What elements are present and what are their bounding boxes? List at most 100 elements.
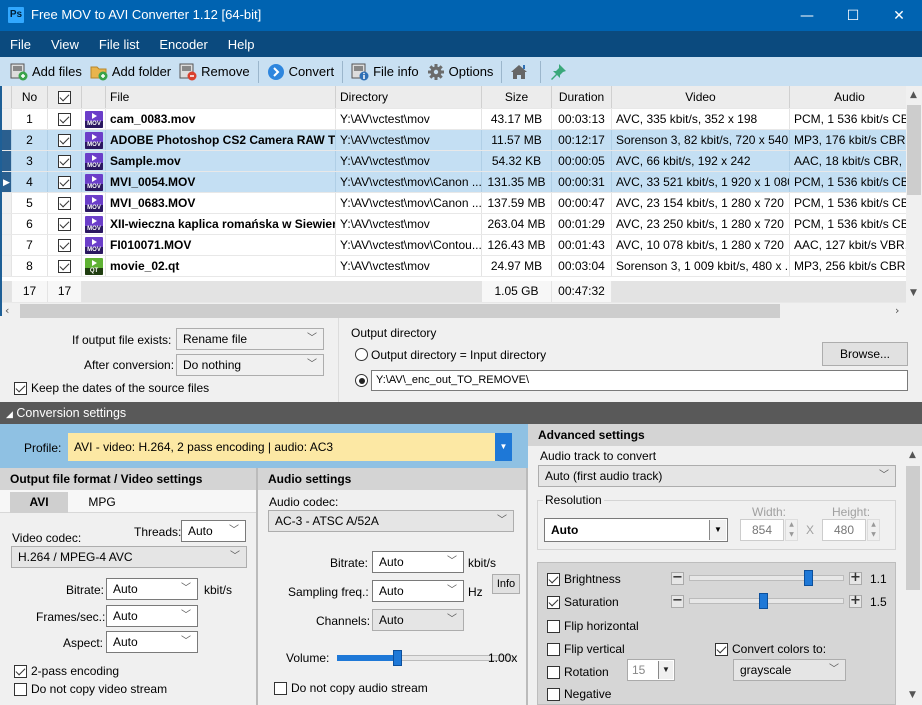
negative-option[interactable]: Negative (547, 687, 611, 701)
column-no[interactable]: No (12, 86, 48, 108)
scroll-left-icon[interactable]: ‹ (5, 304, 9, 317)
row-checkbox[interactable] (58, 197, 71, 211)
saturation-slider[interactable] (689, 593, 844, 609)
negative-checkbox[interactable] (547, 687, 560, 701)
saturation-checkbox[interactable] (547, 595, 560, 609)
no-copy-video-checkbox[interactable] (14, 682, 27, 696)
scroll-right-icon[interactable]: › (895, 304, 899, 317)
saturation-option[interactable]: Saturation (547, 595, 619, 609)
row-checkbox-cell[interactable] (48, 235, 82, 255)
scrollbar-thumb[interactable] (907, 105, 921, 195)
grid-vertical-scrollbar[interactable]: ▲ ▼ (906, 86, 922, 303)
brightness-thumb[interactable] (804, 570, 814, 586)
row-checkbox-cell[interactable] (48, 130, 82, 150)
video-bitrate-select[interactable]: Auto ﹀ (106, 578, 198, 600)
width-spinner[interactable]: ▲ ▼ (785, 519, 798, 541)
video-codec-select[interactable]: H.264 / MPEG-4 AVC ﹀ (11, 546, 247, 568)
fps-select[interactable]: Auto ﹀ (106, 605, 198, 627)
audio-codec-select[interactable]: AC-3 - ATSC A/52A ﹀ (268, 510, 514, 532)
two-pass-option[interactable]: 2-pass encoding (14, 664, 119, 678)
grid-horizontal-scrollbar[interactable]: ‹ › (2, 303, 922, 319)
flip-vertical-option[interactable]: Flip vertical (547, 642, 625, 656)
row-checkbox[interactable] (58, 239, 71, 253)
volume-slider[interactable] (337, 650, 513, 666)
rotation-checkbox[interactable] (547, 665, 560, 679)
resolution-select[interactable]: Auto ▼ (544, 518, 728, 542)
file-info-button[interactable]: File info (347, 60, 423, 84)
row-indicator[interactable] (2, 214, 12, 234)
column-directory[interactable]: Directory (336, 86, 482, 108)
scroll-down-icon[interactable]: ▼ (909, 690, 916, 700)
convert-colors-option[interactable]: Convert colors to: (715, 642, 826, 656)
row-indicator[interactable] (2, 193, 12, 213)
after-conversion-select[interactable]: Do nothing ﹀ (176, 354, 324, 376)
row-checkbox-cell[interactable] (48, 172, 82, 192)
info-button[interactable]: Info (492, 574, 520, 594)
height-input[interactable]: 480 (822, 519, 866, 541)
menu-help[interactable]: Help (218, 37, 265, 52)
row-checkbox-cell[interactable] (48, 109, 82, 129)
convert-button[interactable]: Convert (263, 60, 339, 84)
resolution-dropdown-icon[interactable]: ▼ (709, 520, 726, 540)
column-video[interactable]: Video (612, 86, 790, 108)
scrollbar-thumb[interactable] (20, 304, 780, 318)
table-row[interactable]: 1 MOV cam_0083.mov Y:\AV\vctest\mov 43.17 MB… (2, 109, 910, 130)
table-row[interactable]: 2 MOV ADOBE Photoshop CS2 Camera RAW Tut..… (2, 130, 910, 151)
width-input[interactable]: 854 (740, 519, 784, 541)
home-button[interactable] (506, 60, 536, 84)
add-files-button[interactable]: Add files (6, 60, 86, 84)
table-row[interactable]: ▶ 4 MOV MVI_0054.MOV Y:\AV\vctest\mov\Canon … (2, 172, 910, 193)
custom-dir-radio[interactable] (355, 374, 368, 387)
column-file[interactable]: File (106, 86, 336, 108)
advanced-vertical-scrollbar[interactable]: ▲ ▼ (904, 446, 922, 705)
brightness-plus-button[interactable]: + (849, 571, 862, 585)
same-dir-radio[interactable] (355, 348, 368, 361)
row-checkbox[interactable] (58, 113, 71, 127)
row-indicator[interactable]: ▶ (2, 172, 12, 192)
audio-bitrate-select[interactable]: Auto ﹀ (372, 551, 464, 573)
scroll-down-icon[interactable]: ▼ (910, 288, 917, 298)
row-indicator[interactable] (2, 109, 12, 129)
table-row[interactable]: 7 MOV FI010071.MOV Y:\AV\vctest\mov\Contou.… (2, 235, 910, 256)
scroll-up-icon[interactable]: ▲ (910, 90, 917, 100)
minimize-button[interactable]: — (784, 0, 830, 31)
menu-file[interactable]: File (0, 37, 41, 52)
pin-button[interactable] (545, 60, 575, 84)
two-pass-checkbox[interactable] (14, 664, 27, 678)
scrollbar-thumb[interactable] (906, 466, 920, 590)
height-spinner[interactable]: ▲ ▼ (867, 519, 880, 541)
row-indicator[interactable] (2, 235, 12, 255)
menu-file-list[interactable]: File list (89, 37, 149, 52)
sampling-freq-select[interactable]: Auto ﹀ (372, 580, 464, 602)
row-checkbox[interactable] (58, 176, 71, 190)
rotation-dropdown-icon[interactable]: ▼ (658, 661, 673, 679)
convert-colors-select[interactable]: grayscale ﹀ (733, 659, 846, 681)
row-checkbox[interactable] (58, 134, 71, 148)
table-row[interactable]: 8 QT movie_02.qt Y:\AV\vctest\mov 24.97 MB 00… (2, 256, 910, 277)
rotation-option[interactable]: Rotation (547, 665, 609, 679)
no-copy-video-option[interactable]: Do not copy video stream (14, 682, 167, 696)
close-button[interactable]: ✕ (876, 0, 922, 31)
no-copy-audio-option[interactable]: Do not copy audio stream (274, 681, 428, 695)
row-indicator[interactable] (2, 256, 12, 276)
row-checkbox-cell[interactable] (48, 193, 82, 213)
menu-view[interactable]: View (41, 37, 89, 52)
column-size[interactable]: Size (482, 86, 552, 108)
check-all-checkbox[interactable] (58, 91, 71, 105)
aspect-select[interactable]: Auto ﹀ (106, 631, 198, 653)
options-button[interactable]: Options (423, 60, 498, 84)
row-checkbox-cell[interactable] (48, 151, 82, 171)
threads-select[interactable]: Auto ﹀ (181, 520, 246, 542)
menu-encoder[interactable]: Encoder (149, 37, 217, 52)
saturation-thumb[interactable] (759, 593, 769, 609)
flip-vertical-checkbox[interactable] (547, 642, 560, 656)
brightness-checkbox[interactable] (547, 572, 560, 586)
browse-button[interactable]: Browse... (822, 342, 908, 366)
row-indicator[interactable] (2, 130, 12, 150)
brightness-option[interactable]: Brightness (547, 572, 621, 586)
keep-dates-option[interactable]: Keep the dates of the source files (14, 381, 209, 395)
table-row[interactable]: 5 MOV MVI_0683.MOV Y:\AV\vctest\mov\Canon .… (2, 193, 910, 214)
channels-select[interactable]: Auto ﹀ (372, 609, 464, 631)
column-audio[interactable]: Audio (790, 86, 910, 108)
column-duration[interactable]: Duration (552, 86, 612, 108)
